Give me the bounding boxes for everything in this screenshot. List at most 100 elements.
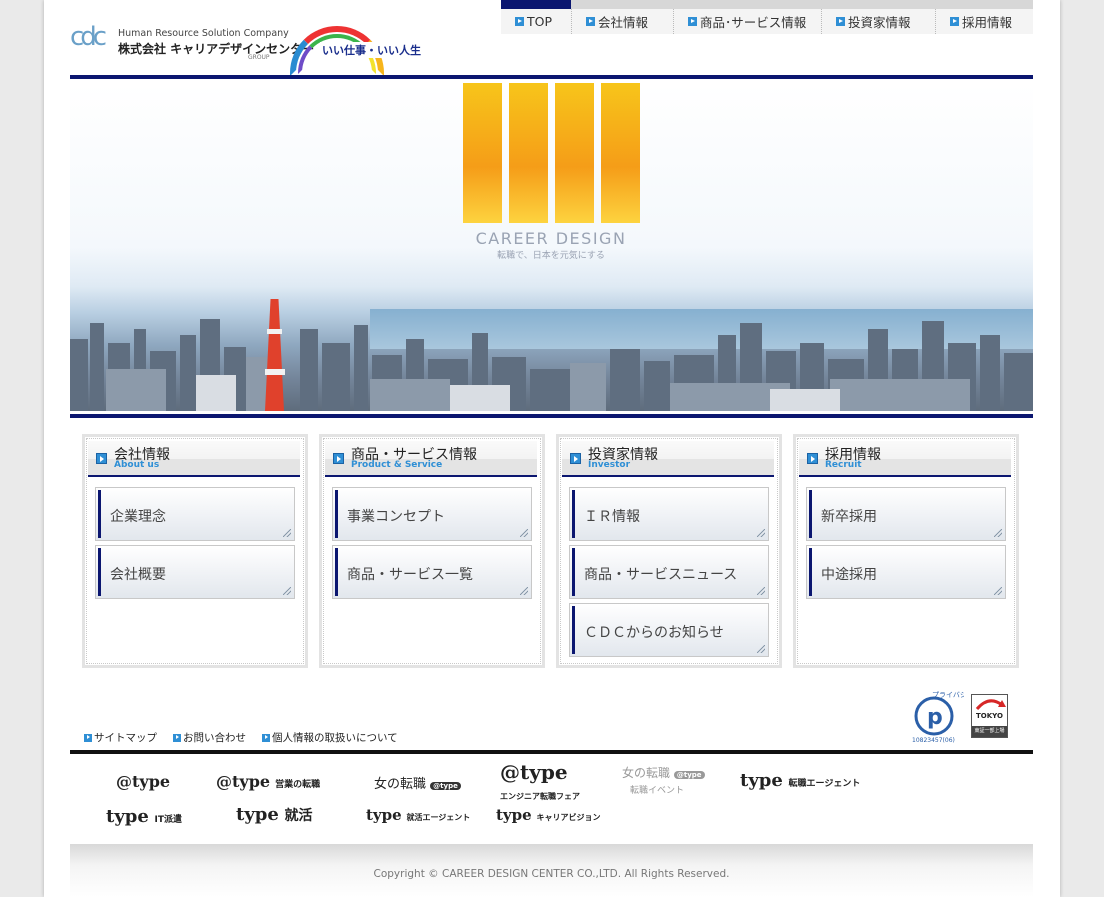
button-company-overview[interactable]: 会社概要 <box>95 545 295 599</box>
nav-item-products[interactable]: 商品･サービス情報 <box>674 9 822 34</box>
button-new-graduate-recruit[interactable]: 新卒採用 <box>806 487 1006 541</box>
corner-grip-icon <box>994 587 1002 595</box>
brand-column-4 <box>601 83 640 223</box>
corner-grip-icon <box>757 645 765 653</box>
slogan-text: いい仕事・いい人生 <box>320 42 423 58</box>
privacy-mark-icon[interactable]: p プライバシー 10823457(06) <box>908 688 964 744</box>
panel-about-us: 会社情報 About us 企業理念 会社概要 <box>82 434 308 668</box>
brand-column-2 <box>509 83 548 223</box>
brand-sub: キャリアビジョン <box>536 813 601 822</box>
button-accent-bar <box>335 548 338 596</box>
hero-brand-name: CAREER DESIGN <box>475 229 627 248</box>
brand-type-shukatsu-agent[interactable]: type 就活エージェント <box>366 806 470 824</box>
corner-grip-icon <box>520 529 528 537</box>
slogan-logo: いい仕事・いい人生 <box>290 26 423 76</box>
city-skyline <box>70 299 1033 411</box>
privacy-mark-number: 10823457(06) <box>912 737 955 744</box>
tse-sublabel: 東証一部上場 <box>972 726 1007 737</box>
brand-badge: @type <box>673 771 705 779</box>
link-label: 個人情報の取扱いについて <box>272 732 398 744</box>
tokyo-stock-exchange-badge[interactable]: TOKYO 東証一部上場 <box>971 694 1008 738</box>
button-label: 新卒採用 <box>821 509 877 525</box>
button-accent-bar <box>98 490 101 538</box>
link-contact[interactable]: お問い合わせ <box>173 730 246 745</box>
brand-onna-no-tenshoku[interactable]: 女の転職 @type <box>374 773 461 792</box>
arrow-right-icon <box>173 733 181 742</box>
brand-sub: 転職エージェント <box>788 779 861 789</box>
brand-badge: @type <box>430 782 461 790</box>
panel-subtitle: Recruit <box>825 460 862 470</box>
button-accent-bar <box>335 490 338 538</box>
logo-english-text: Human Resource Solution Company <box>118 28 289 39</box>
nav-active-indicator <box>501 0 571 9</box>
brand-name: 女の転職 <box>374 777 427 792</box>
button-accent-bar <box>572 606 575 654</box>
brand-type-it[interactable]: type IT派遣 <box>106 806 182 827</box>
panel-recruit: 採用情報 Recruit 新卒採用 中途採用 <box>793 434 1019 668</box>
panel-investor: 投資家情報 Investor ＩＲ情報 商品・サービスニュース ＣＤＣからのお知… <box>556 434 782 668</box>
page-inner: cdc Human Resource Solution Company 株式会社… <box>70 0 1033 897</box>
brand-column-1 <box>463 83 502 223</box>
brand-name: type <box>366 806 402 824</box>
top-navigation: TOP 会社情報 商品･サービス情報 投資家情報 採用情報 <box>501 0 1033 34</box>
corner-grip-icon <box>283 529 291 537</box>
brand-sub: エンジニア転職フェア <box>500 792 580 801</box>
logo-group-text: GROUP <box>248 54 270 61</box>
brand-type-career-vision[interactable]: type キャリアビジョン <box>496 806 600 824</box>
arrow-right-icon <box>84 733 92 742</box>
panel-header: 採用情報 Recruit <box>799 441 1011 477</box>
tse-label: TOKYO <box>976 712 1003 720</box>
corner-grip-icon <box>520 587 528 595</box>
panel-header: 商品・サービス情報 Product & Service <box>325 441 537 477</box>
button-ir-info[interactable]: ＩＲ情報 <box>569 487 769 541</box>
header-divider <box>70 75 1033 79</box>
nav-item-label: 投資家情報 <box>848 15 911 30</box>
copyright-text: Copyright © CAREER DESIGN CENTER CO.,LTD… <box>373 868 730 880</box>
brand-at-type-sales[interactable]: @type 営業の転職 <box>216 772 320 791</box>
button-corporate-philosophy[interactable]: 企業理念 <box>95 487 295 541</box>
button-product-news[interactable]: 商品・サービスニュース <box>569 545 769 599</box>
brand-onna-event[interactable]: 女の転職 @type 転職イベント <box>622 766 705 798</box>
brand-logos: @type @type 営業の転職 女の転職 @type @type エンジニア… <box>70 758 1033 838</box>
button-business-concept[interactable]: 事業コンセプト <box>332 487 532 541</box>
nav-item-company[interactable]: 会社情報 <box>572 9 674 34</box>
arrow-right-icon <box>262 733 270 742</box>
arrow-right-icon <box>515 17 524 26</box>
privacy-mark-label: プライバシー <box>932 691 964 699</box>
nav-item-label: 会社情報 <box>598 15 649 30</box>
brand-type-shukatsu[interactable]: type 就活 <box>236 804 313 825</box>
svg-text:p: p <box>927 705 943 730</box>
button-product-list[interactable]: 商品・サービス一覧 <box>332 545 532 599</box>
brand-type-agent[interactable]: type 転職エージェント <box>740 770 860 791</box>
arrow-right-icon <box>96 453 107 464</box>
arrow-right-icon <box>586 17 595 26</box>
cdc-logo-mark: cdc <box>70 22 107 52</box>
nav-item-top[interactable]: TOP <box>501 9 572 34</box>
brand-name: 女の転職 <box>622 766 671 780</box>
tse-arrow-icon <box>975 699 1006 711</box>
brand-at-type-engineer[interactable]: @type エンジニア転職フェア <box>500 762 580 807</box>
button-label: 商品・サービスニュース <box>584 567 738 583</box>
link-privacy-policy[interactable]: 個人情報の取扱いについて <box>262 730 398 745</box>
footer-divider <box>70 750 1033 754</box>
button-midcareer-recruit[interactable]: 中途採用 <box>806 545 1006 599</box>
button-accent-bar <box>809 548 812 596</box>
brand-name: type <box>106 806 149 827</box>
link-label: お問い合わせ <box>183 732 246 744</box>
brand-column-3 <box>555 83 594 223</box>
brand-name: type <box>740 770 783 791</box>
button-label: 事業コンセプト <box>347 509 445 525</box>
nav-item-investors[interactable]: 投資家情報 <box>822 9 936 34</box>
brand-at-type[interactable]: @type <box>116 772 170 791</box>
company-logo[interactable]: cdc Human Resource Solution Company 株式会社… <box>70 20 314 64</box>
nav-item-label: 商品･サービス情報 <box>700 15 807 30</box>
brand-name: type <box>496 806 532 824</box>
link-sitemap[interactable]: サイトマップ <box>84 730 157 745</box>
hero-banner: CAREER DESIGN 転職で、日本を元気にする <box>70 83 1033 411</box>
button-cdc-news[interactable]: ＣＤＣからのお知らせ <box>569 603 769 657</box>
button-accent-bar <box>809 490 812 538</box>
hero-divider <box>70 414 1033 418</box>
panel-subtitle: Product & Service <box>351 460 443 470</box>
nav-item-recruit[interactable]: 採用情報 <box>936 9 1033 34</box>
hero-brand-tagline: 転職で、日本を元気にする <box>497 251 605 261</box>
